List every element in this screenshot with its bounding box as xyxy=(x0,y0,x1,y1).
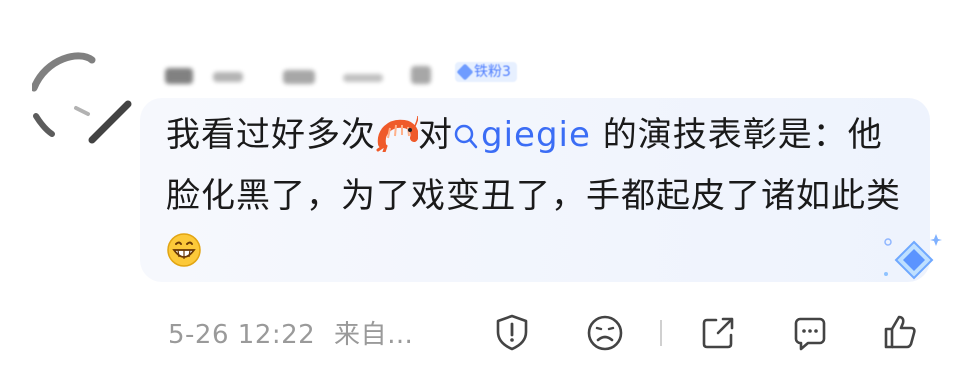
dislike-face-icon[interactable] xyxy=(585,313,625,353)
shrimp-emoji-icon xyxy=(376,114,419,169)
content-part-2: 对 xyxy=(418,115,453,155)
fan-level-badge: 铁粉3 xyxy=(455,62,517,82)
comment-time: 5-26 12:22 xyxy=(168,320,316,350)
comment-icon[interactable] xyxy=(790,313,830,353)
comment-meta: 5-26 12:22 来自… xyxy=(168,314,413,351)
mention-name: giegie xyxy=(481,115,591,155)
share-icon[interactable] xyxy=(698,313,738,353)
action-divider xyxy=(660,320,662,346)
report-icon[interactable] xyxy=(492,312,532,352)
user-avatar[interactable] xyxy=(30,44,132,144)
diamond-icon xyxy=(456,63,474,81)
comment-text[interactable]: 我看过好多次 对 giegie 的演技表彰是：他脸化黑了，为了戏变丑了，手都起皮… xyxy=(166,108,906,285)
content-part-1: 我看过好多次 xyxy=(166,115,376,155)
mention-link[interactable]: giegie xyxy=(453,115,591,155)
username-redacted[interactable] xyxy=(165,62,435,88)
comment-source: 来自… xyxy=(333,320,414,350)
like-thumb-icon[interactable] xyxy=(880,312,920,352)
grinning-face-emoji-icon xyxy=(166,230,202,285)
bubble-decoration xyxy=(878,232,942,288)
search-icon xyxy=(453,112,479,167)
badge-label: 铁粉3 xyxy=(474,64,511,80)
